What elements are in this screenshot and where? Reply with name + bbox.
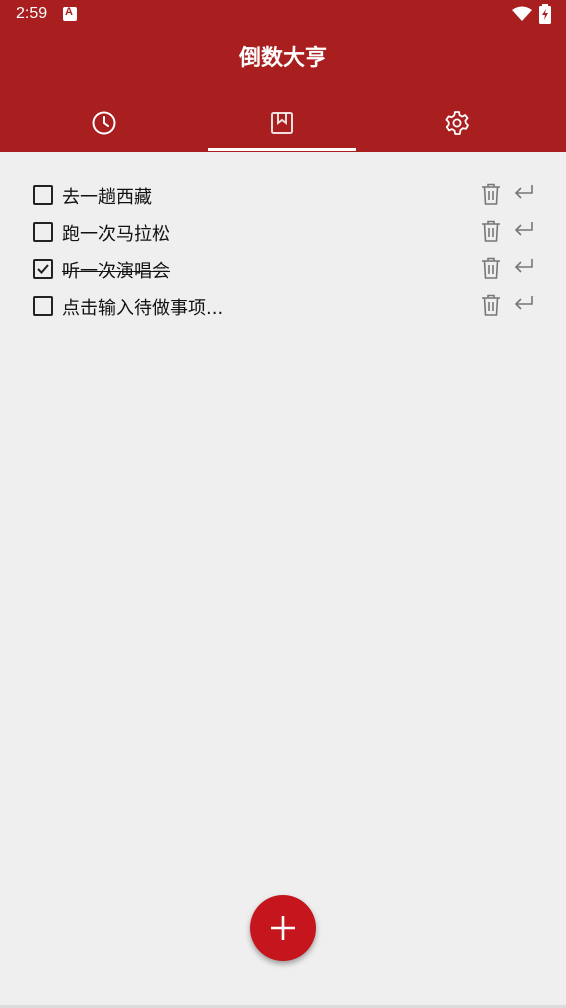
- tab-settings[interactable]: [383, 100, 531, 152]
- return-icon[interactable]: [513, 295, 535, 313]
- tab-countdown[interactable]: [30, 100, 178, 152]
- todo-checkbox[interactable]: [33, 222, 53, 242]
- trash-icon[interactable]: [481, 294, 501, 316]
- add-todo-button[interactable]: [250, 895, 316, 961]
- clock-icon: [92, 111, 116, 135]
- todo-list: 去一趟西藏 跑一次马拉松 听一次演唱会 点击输入待做事项...: [0, 176, 566, 324]
- status-time: 2:59: [16, 5, 48, 22]
- app-header: 2:59 A 倒数大亨: [0, 0, 566, 152]
- plus-icon: [271, 916, 295, 940]
- todo-item: 去一趟西藏: [0, 176, 566, 213]
- todo-item: 点击输入待做事项...: [0, 287, 566, 324]
- todo-item: 跑一次马拉松: [0, 213, 566, 250]
- status-bar: 2:59 A: [0, 0, 566, 30]
- return-icon[interactable]: [513, 184, 535, 202]
- return-icon[interactable]: [513, 258, 535, 276]
- checkmark-icon: [37, 264, 49, 274]
- todo-checkbox-checked[interactable]: [33, 259, 53, 279]
- notification-app-icon: A: [63, 6, 77, 21]
- todo-text[interactable]: 去一趟西藏: [62, 183, 152, 209]
- return-icon[interactable]: [513, 221, 535, 239]
- trash-icon[interactable]: [481, 257, 501, 279]
- selected-tab-indicator: [208, 148, 356, 151]
- todo-text-completed[interactable]: 听一次演唱会: [62, 257, 170, 283]
- app-title: 倒数大亨: [238, 46, 327, 71]
- notification-app-icon-letter: A: [65, 6, 73, 18]
- gear-icon: [445, 111, 469, 135]
- trash-icon[interactable]: [481, 220, 501, 242]
- todo-input-placeholder[interactable]: 点击输入待做事项...: [62, 294, 223, 320]
- trash-icon[interactable]: [481, 183, 501, 205]
- bookmark-icon: [271, 112, 293, 134]
- tab-todo[interactable]: [208, 100, 356, 152]
- todo-checkbox[interactable]: [33, 296, 53, 316]
- battery-icon: [539, 4, 551, 24]
- wifi-icon: [512, 6, 532, 21]
- todo-item: 听一次演唱会: [0, 250, 566, 287]
- todo-checkbox[interactable]: [33, 185, 53, 205]
- todo-text[interactable]: 跑一次马拉松: [62, 220, 170, 246]
